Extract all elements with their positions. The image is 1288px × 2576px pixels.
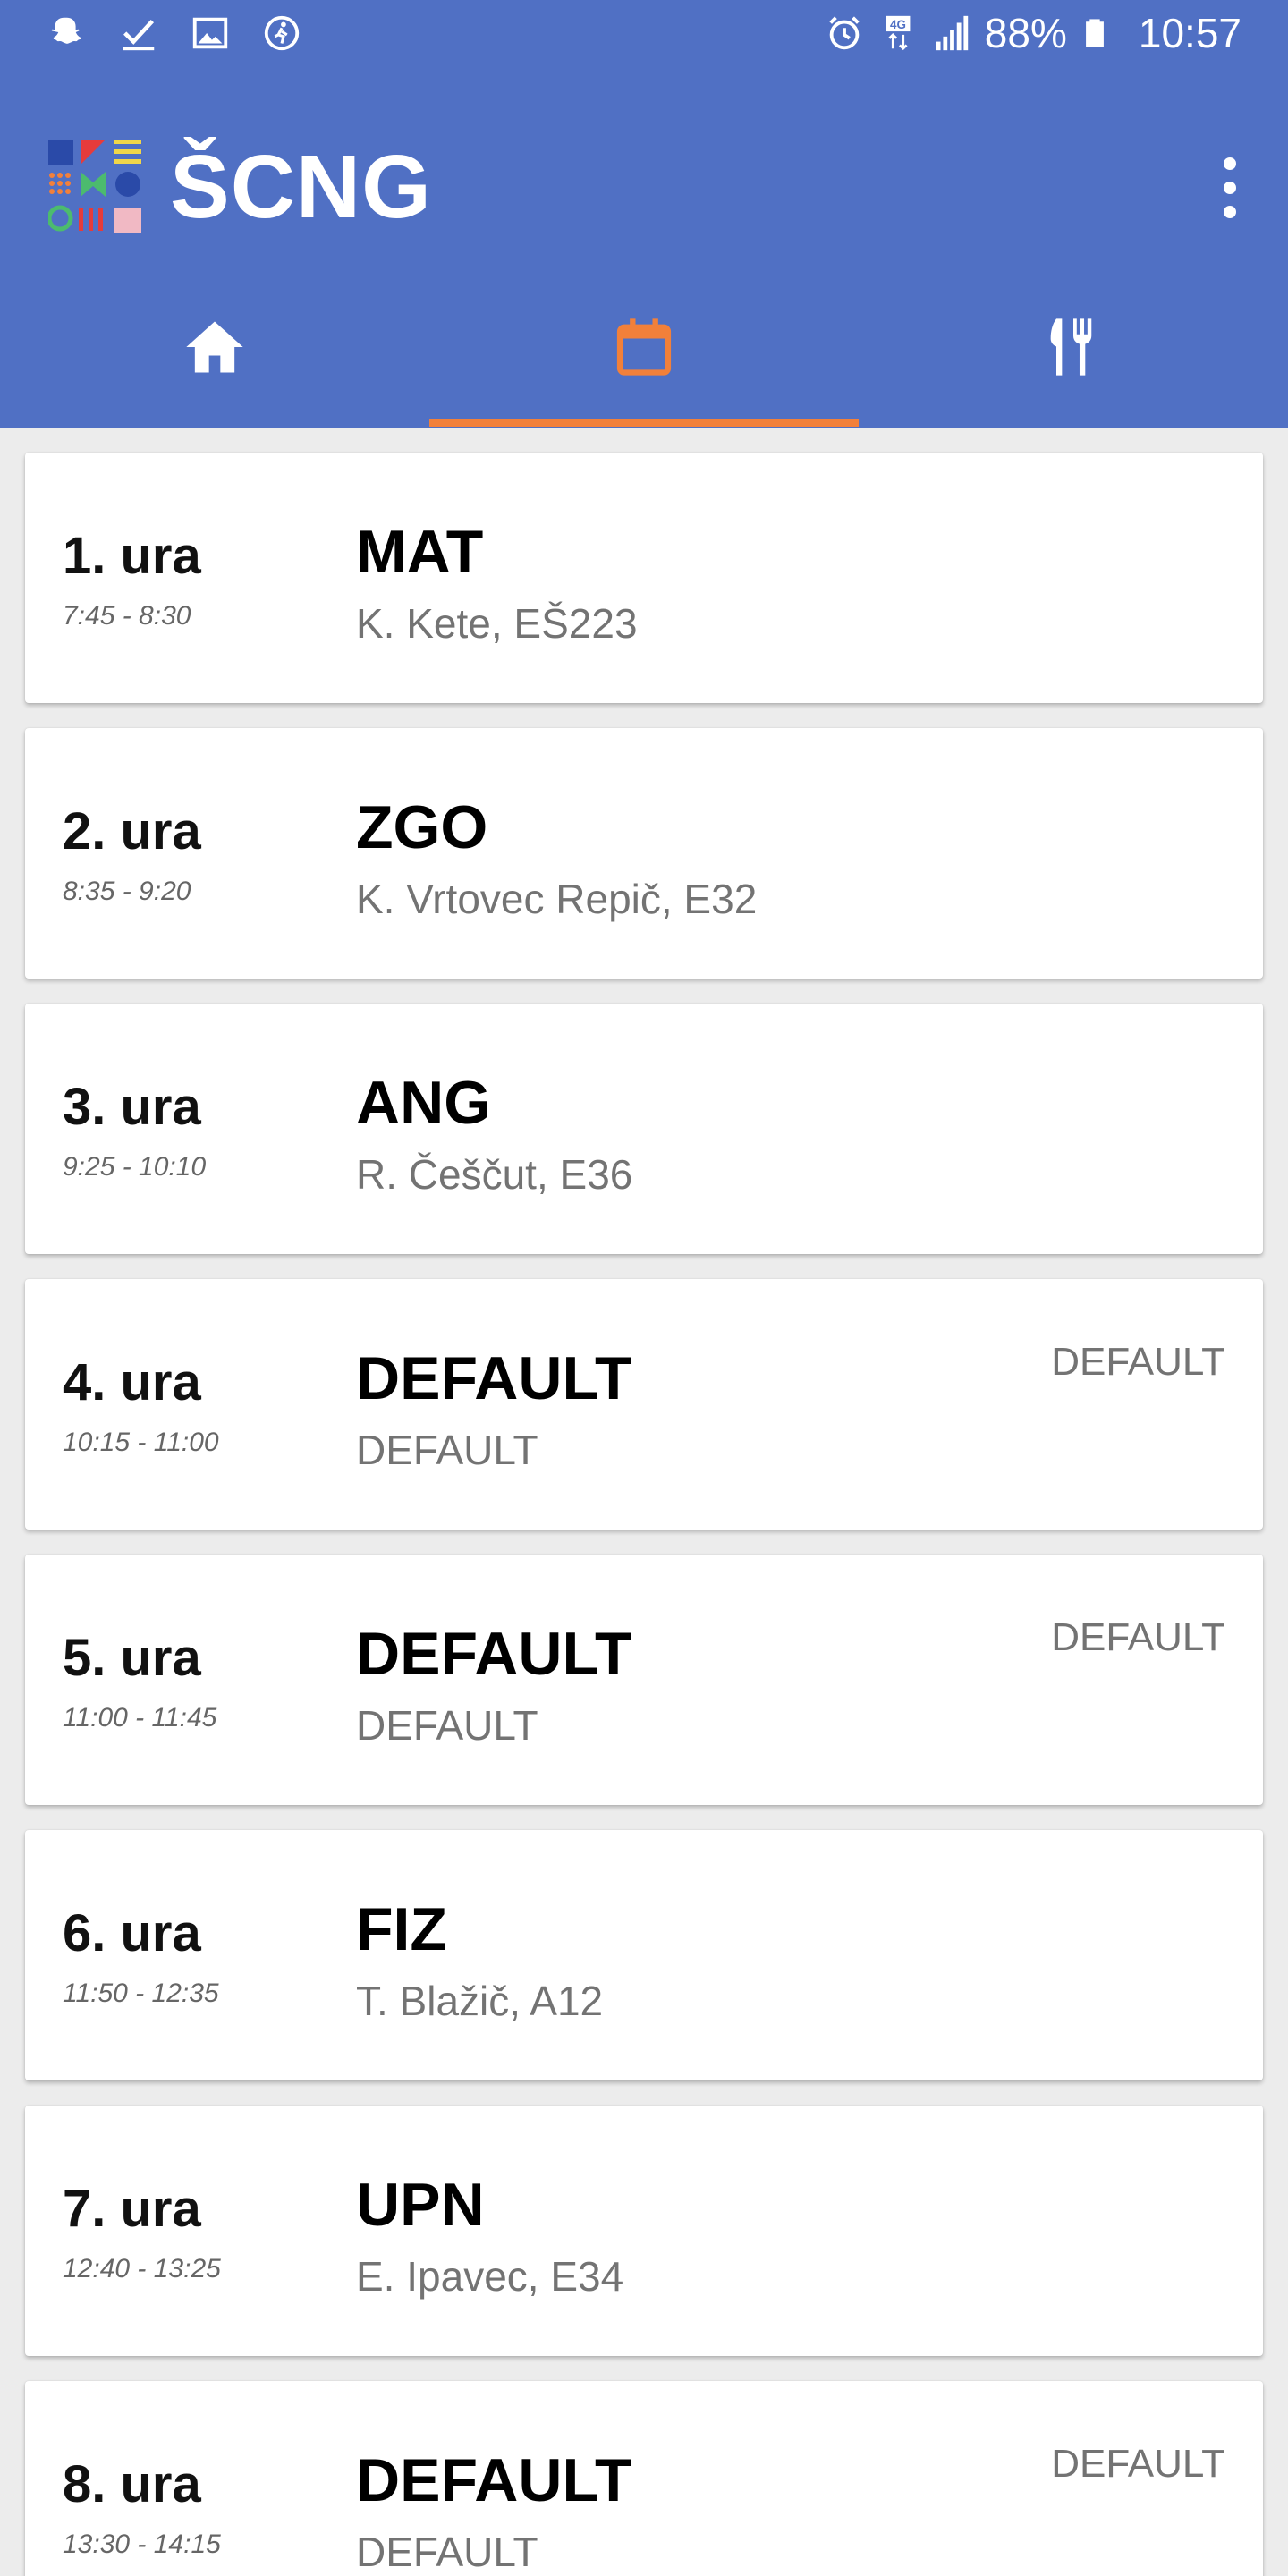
lesson-time: 11:00 - 11:45 xyxy=(63,1703,217,1733)
lesson-period: 6. ura xyxy=(63,1904,201,1962)
app-bar: ŠCNG xyxy=(0,125,1288,259)
image-icon xyxy=(192,17,228,49)
lesson-period: 7. ura xyxy=(63,2180,201,2238)
lesson-details: K. Vrtovec Repič, E32 xyxy=(356,876,758,922)
status-bar: 4G 88% 10:57 xyxy=(0,0,1288,77)
overflow-menu-button[interactable] xyxy=(1208,157,1252,220)
lesson-details: R. Češčut, E36 xyxy=(356,1151,633,1198)
tab-home[interactable] xyxy=(0,295,429,428)
signal-icon xyxy=(936,15,969,51)
menu-dot xyxy=(1224,182,1236,194)
tab-bar xyxy=(0,295,1288,428)
lesson-period: 4. ura xyxy=(63,1353,201,1411)
lesson-time: 10:15 - 11:00 xyxy=(63,1428,219,1457)
lesson-period: 5. ura xyxy=(63,1629,201,1687)
lesson-details: DEFAULT xyxy=(356,2529,538,2575)
lesson-period: 8. ura xyxy=(63,2455,201,2513)
4g-icon: 4G xyxy=(886,15,911,51)
clock: 10:57 xyxy=(1138,10,1241,56)
lesson-subject: MAT xyxy=(356,518,484,586)
svg-text:4G: 4G xyxy=(890,18,906,31)
lesson-time: 9:25 - 10:10 xyxy=(63,1152,207,1182)
timetable-list: 1. ura 7:45 - 8:30 MAT K. Kete, EŠ223 2.… xyxy=(0,428,1288,2576)
menu-dot xyxy=(1224,206,1236,218)
lesson-card[interactable]: 4. ura 10:15 - 11:00 DEFAULT DEFAULT DEF… xyxy=(25,1279,1263,1530)
lesson-period: 3. ura xyxy=(63,1078,201,1136)
app-header: 4G 88% 10:57 ŠCNG xyxy=(0,0,1288,428)
calendar-icon xyxy=(616,318,672,376)
lesson-card[interactable]: 3. ura 9:25 - 10:10 ANG R. Češčut, E36 xyxy=(25,1004,1263,1254)
lesson-subject: UPN xyxy=(356,2171,485,2239)
lesson-subject: DEFAULT xyxy=(356,1620,632,1688)
lesson-card[interactable]: 7. ura 12:40 - 13:25 UPN E. Ipavec, E34 xyxy=(25,2106,1263,2356)
app-title: ŠCNG xyxy=(170,137,432,237)
lesson-subject: DEFAULT xyxy=(356,2446,632,2514)
lesson-card[interactable]: 1. ura 7:45 - 8:30 MAT K. Kete, EŠ223 xyxy=(25,453,1263,703)
lesson-details: DEFAULT xyxy=(356,1427,538,1473)
lesson-subject: ZGO xyxy=(356,793,488,861)
lesson-card[interactable]: 2. ura 8:35 - 9:20 ZGO K. Vrtovec Repič,… xyxy=(25,728,1263,979)
battery-percent: 88% xyxy=(984,10,1067,56)
activity-icon xyxy=(264,15,300,51)
lesson-note: DEFAULT xyxy=(1051,1340,1225,1384)
lesson-subject: FIZ xyxy=(356,1895,447,1963)
lesson-details: K. Kete, EŠ223 xyxy=(356,600,638,647)
battery-icon xyxy=(1085,19,1104,47)
lesson-card[interactable]: 5. ura 11:00 - 11:45 DEFAULT DEFAULT DEF… xyxy=(25,1555,1263,1805)
home-icon xyxy=(186,321,243,373)
lesson-time: 7:45 - 8:30 xyxy=(63,601,191,631)
lesson-details: DEFAULT xyxy=(356,1702,538,1749)
lesson-subject: ANG xyxy=(356,1069,492,1137)
selected-tab-indicator xyxy=(429,419,859,427)
status-left-icons xyxy=(47,13,302,54)
lesson-time: 11:50 - 12:35 xyxy=(63,1979,219,2008)
lesson-period: 1. ura xyxy=(63,527,201,585)
lesson-period: 2. ura xyxy=(63,802,201,860)
lesson-note: DEFAULT xyxy=(1051,2442,1225,2486)
snapchat-icon xyxy=(51,17,81,44)
lesson-details: T. Blažič, A12 xyxy=(356,1978,604,2024)
status-right-icons: 4G 88% 10:57 xyxy=(824,9,1241,57)
lesson-card[interactable]: 6. ura 11:50 - 12:35 FIZ T. Blažič, A12 xyxy=(25,1830,1263,2080)
lesson-time: 13:30 - 14:15 xyxy=(63,2529,221,2559)
tab-menu[interactable] xyxy=(859,295,1288,428)
app-logo-icon xyxy=(48,140,141,233)
tab-schedule[interactable] xyxy=(429,295,859,428)
lesson-note: DEFAULT xyxy=(1051,1615,1225,1659)
alarm-icon xyxy=(829,16,860,50)
checkmark-icon xyxy=(123,20,155,51)
lesson-subject: DEFAULT xyxy=(356,1344,632,1412)
lesson-time: 12:40 - 13:25 xyxy=(63,2254,221,2284)
fork-knife-icon xyxy=(1050,318,1092,376)
lesson-time: 8:35 - 9:20 xyxy=(63,877,191,906)
menu-dot xyxy=(1224,157,1236,170)
lesson-details: E. Ipavec, E34 xyxy=(356,2253,624,2300)
lesson-card[interactable]: 8. ura 13:30 - 14:15 DEFAULT DEFAULT DEF… xyxy=(25,2381,1263,2576)
